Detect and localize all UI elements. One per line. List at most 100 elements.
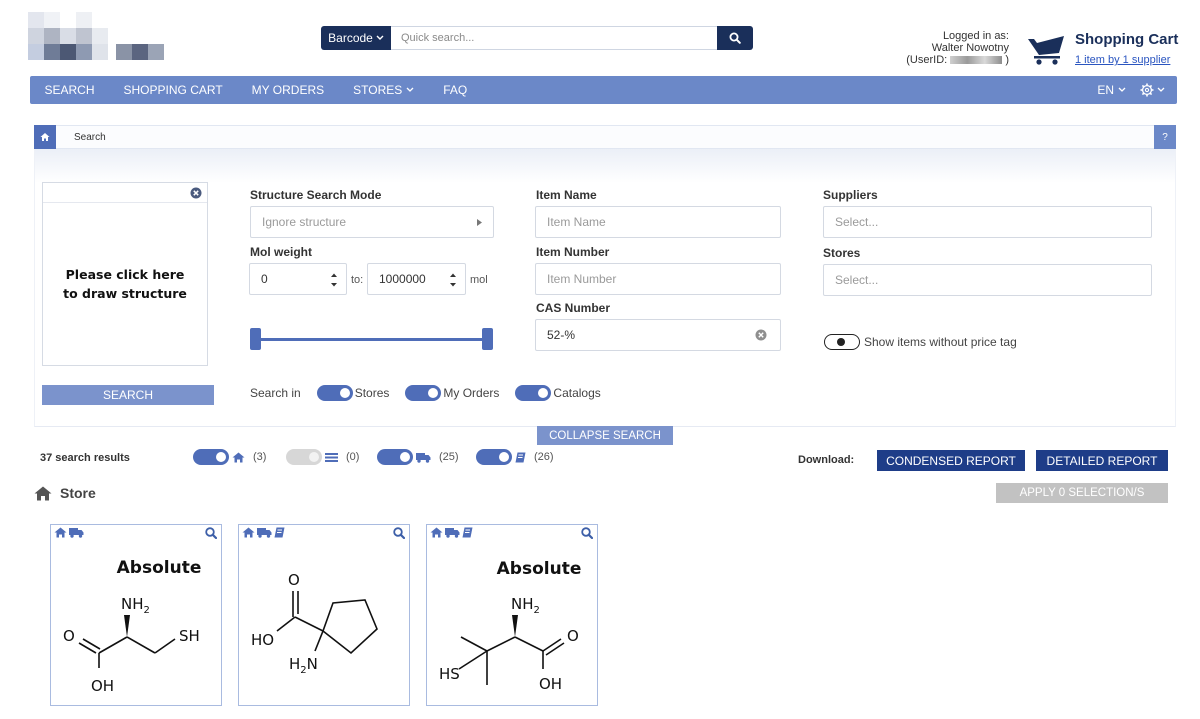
toggle-no-price[interactable] [824,334,860,350]
barcode-dropdown[interactable]: Barcode [321,26,391,50]
home-icon [232,452,245,462]
nav-my-orders[interactable]: MY ORDERS [237,83,338,97]
search-in-orders-label: My Orders [443,386,500,400]
mol-weight-from-input[interactable]: 0 [249,263,347,295]
filter-catalogs-count: (26) [534,451,554,463]
result-card-1[interactable]: Absolute NH2 O OH SH [50,524,222,706]
truck-icon [416,452,431,463]
chevron-down-icon [1157,87,1165,92]
item-number-input[interactable] [535,263,781,295]
oxygen-label: O [288,571,300,589]
language-label: EN [1097,83,1114,97]
zoom-icon[interactable] [581,527,593,539]
clear-structure-icon[interactable] [190,187,202,199]
toggle-search-stores[interactable] [316,385,353,401]
search-icon [729,32,741,44]
list-icon [325,452,338,462]
home-icon [34,486,52,500]
login-user: Walter Nowotny [931,42,1009,54]
amine-h-symbol: H [289,655,300,673]
card-source-icons [430,527,473,538]
draw-prompt-line2: to draw structure [63,286,187,301]
condensed-report-button[interactable]: CONDENSED REPORT [877,450,1025,471]
amine-n-symbol: N [307,655,318,673]
toggle-search-orders[interactable] [405,385,442,401]
mol-to-label: to: [351,274,364,286]
stores-select[interactable]: Select... [823,264,1152,296]
book-icon [274,527,285,538]
amine-symbol: NH [511,595,534,613]
amine-subscript: 2 [144,605,150,616]
toggle-filter-stores[interactable] [193,449,229,465]
clear-field-icon[interactable] [755,329,767,341]
structure-search-button[interactable]: SEARCH [42,385,214,405]
toggle-search-catalogs[interactable] [515,385,552,401]
shopping-cart-icon[interactable] [1026,30,1066,66]
mol-weight-slider-min-handle[interactable] [250,328,261,350]
structure-mode-select[interactable]: Ignore structure [250,206,494,238]
apply-selection-button[interactable]: APPLY 0 SELECTION/S [996,483,1168,503]
stores-placeholder: Select... [835,273,879,287]
breadcrumb-current: Search [74,132,106,143]
amine-symbol: NH [121,595,144,613]
molecule-bonds [78,636,176,668]
quick-search-input[interactable] [391,26,717,50]
breadcrumb [34,125,1176,149]
mol-unit: mol [470,274,488,286]
hydroxyl-label: OH [91,677,114,695]
molecule-structure: Absolute NH2 O OH HS [439,559,581,693]
caret-right-icon [477,218,482,226]
breadcrumb-home[interactable] [34,125,56,149]
zoom-icon[interactable] [205,527,217,539]
mol-weight-slider-track[interactable] [255,338,488,341]
filter-orders: (25) [377,449,459,465]
stepper-icon[interactable] [330,270,338,290]
hydroxyl-label: HO [251,631,274,649]
oxygen-label: O [63,627,75,645]
result-card-3[interactable]: Absolute NH2 O OH HS [426,524,598,706]
language-selector[interactable]: EN [1097,83,1126,97]
quick-search-button[interactable] [717,26,753,50]
nav-faq-label: FAQ [443,83,468,97]
toggle-filter-catalogs[interactable] [476,449,512,465]
zoom-icon[interactable] [393,527,405,539]
help-button[interactable]: ? [1154,125,1176,149]
mol-weight-to-input[interactable]: 1000000 [367,263,466,295]
stepper-icon[interactable] [449,270,457,290]
mol-weight-from-value: 0 [261,272,268,286]
stores-label: Stores [823,246,861,260]
mol-weight-to-value: 1000000 [379,272,426,286]
store-section-title: Store [60,485,96,501]
mol-weight-slider-max-handle[interactable] [482,328,493,350]
collapse-search-button[interactable]: COLLAPSE SEARCH [537,426,673,445]
search-in-row: Search in Stores My Orders Catalogs [250,385,601,401]
home-icon [40,133,50,141]
nav-stores[interactable]: STORES [339,83,429,97]
nav-search-label: SEARCH [44,83,95,97]
filter-orders-count: (25) [439,451,459,463]
structure-draw-area[interactable]: Please click here to draw structure [42,182,208,366]
detailed-report-button[interactable]: DETAILED REPORT [1036,450,1168,471]
wedge-bond [124,615,130,637]
settings-menu[interactable] [1140,83,1165,97]
chevron-down-icon [406,87,414,92]
molecule-bonds [276,591,378,655]
cart-summary-link[interactable]: 1 item by 1 supplier [1075,54,1170,66]
cas-number-input[interactable]: 52-% [535,319,781,351]
molecule-structure: Absolute NH2 O OH SH [63,558,201,695]
barcode-label: Barcode [328,31,373,45]
store-section-header: Store [34,485,96,501]
nav-shopping-cart[interactable]: SHOPPING CART [109,83,237,97]
item-name-input[interactable] [535,206,781,238]
nav-faq[interactable]: FAQ [429,83,482,97]
search-in-stores-label: Stores [354,386,390,400]
no-price-label: Show items without price tag [864,335,1017,349]
suppliers-select[interactable]: Select... [823,206,1152,238]
nav-search[interactable]: SEARCH [30,83,109,97]
toggle-filter-list[interactable] [286,449,322,465]
result-card-2[interactable]: O HO H2N [238,524,410,706]
cart-title[interactable]: Shopping Cart [1075,31,1178,48]
toggle-filter-orders[interactable] [377,449,413,465]
card-source-icons [54,527,84,538]
oxygen-label: O [567,627,579,645]
